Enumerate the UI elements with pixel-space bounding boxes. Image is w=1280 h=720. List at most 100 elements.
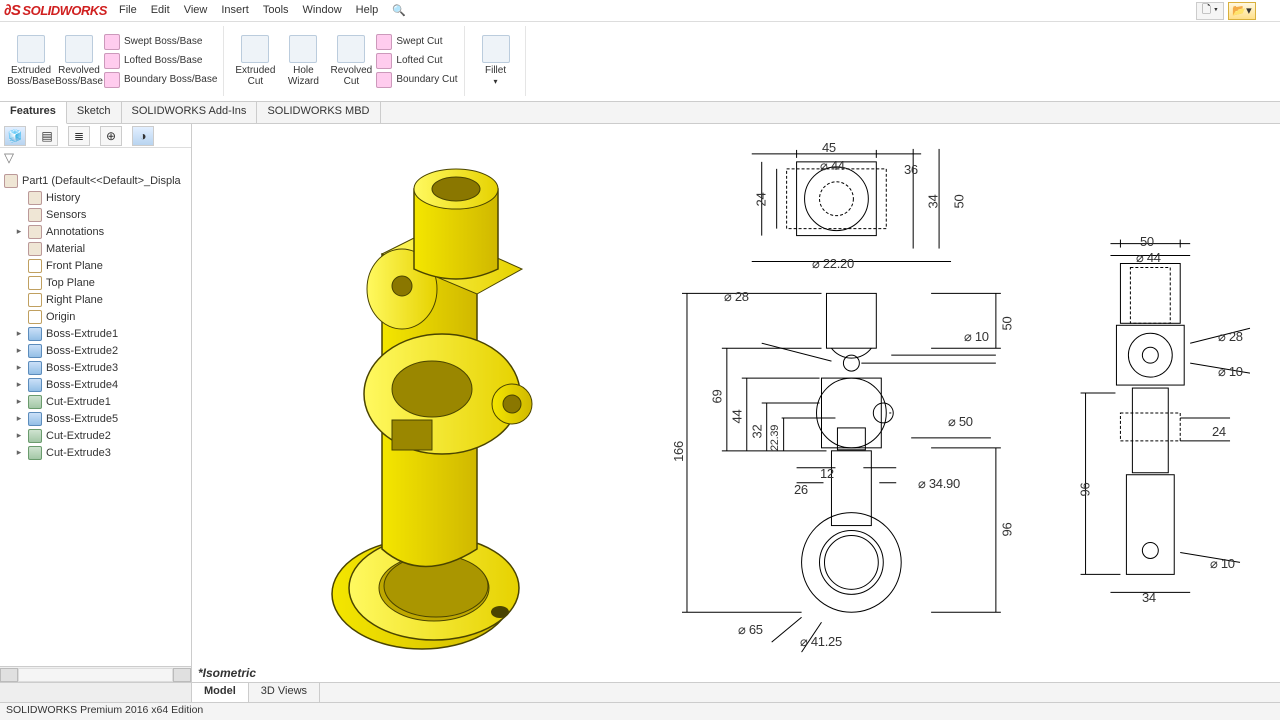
bottom-tab-model[interactable]: Model [192, 683, 249, 702]
menu-window[interactable]: Window [303, 4, 342, 17]
ribbon: Extruded Boss/Base Revolved Boss/Base Sw… [0, 22, 1280, 102]
tab-mbd[interactable]: SOLIDWORKS MBD [257, 102, 380, 123]
dim-front-26: 26 [794, 482, 808, 497]
dim-front-d3490: ⌀ 34.90 [918, 476, 960, 492]
tree-item-icon [28, 378, 42, 392]
feature-tree[interactable]: Part1 (Default<<Default>_Displa HistoryS… [0, 168, 191, 666]
revolved-boss-button[interactable]: Revolved Boss/Base [56, 35, 102, 87]
tree-item[interactable]: Front Plane [14, 257, 187, 274]
tree-item[interactable]: ▸Cut-Extrude1 [14, 393, 187, 410]
filter-icon[interactable]: ▽ [4, 150, 14, 165]
tab-features[interactable]: Features [0, 102, 67, 124]
dim-top-24: 24 [753, 193, 768, 207]
tree-item-icon [28, 310, 42, 324]
tree-item-icon [28, 446, 42, 460]
ribbon-group-fillet: Fillet▾ [467, 26, 526, 96]
boundary-boss-button[interactable]: Boundary Boss/Base [104, 72, 217, 88]
tree-item[interactable]: History [14, 189, 187, 206]
tree-feature-manager-icon[interactable]: 🧊 [4, 126, 26, 146]
tree-dim-icon[interactable]: ⊕ [100, 126, 122, 146]
tree-hscroll[interactable] [0, 666, 191, 682]
tree-item-icon [28, 327, 42, 341]
status-bar: SOLIDWORKS Premium 2016 x64 Edition [0, 702, 1280, 720]
tree-item-icon [28, 293, 42, 307]
tree-item[interactable]: Sensors [14, 206, 187, 223]
bottom-tab-3dviews[interactable]: 3D Views [249, 683, 320, 702]
dim-front-44: 44 [729, 410, 744, 424]
viewport[interactable]: *Isometric [192, 124, 1280, 682]
dim-front-50: 50 [999, 317, 1014, 331]
tree-item[interactable]: ▸Cut-Extrude3 [14, 444, 187, 461]
ribbon-group-boss: Extruded Boss/Base Revolved Boss/Base Sw… [2, 26, 224, 96]
tree-item[interactable]: ▸Boss-Extrude1 [14, 325, 187, 342]
swept-boss-button[interactable]: Swept Boss/Base [104, 34, 217, 50]
tree-item[interactable]: Right Plane [14, 291, 187, 308]
boundary-cut-button[interactable]: Boundary Cut [376, 72, 457, 88]
dim-top-d22: ⌀ 22.20 [812, 256, 854, 272]
menu-search-icon[interactable]: 🔍 [392, 4, 406, 17]
menu-help[interactable]: Help [356, 4, 379, 17]
tree-item-icon [28, 412, 42, 426]
scroll-right-icon[interactable] [173, 668, 191, 682]
dim-side-50: 50 [1140, 234, 1154, 249]
menu-bar: File Edit View Insert Tools Window Help … [119, 4, 406, 17]
dim-top-45: 45 [822, 140, 836, 155]
ribbon-tabs: Features Sketch SOLIDWORKS Add-Ins SOLID… [0, 102, 1280, 124]
tree-item[interactable]: ▸Boss-Extrude3 [14, 359, 187, 376]
tree-item-icon [28, 191, 42, 205]
ribbon-group-cut: Extruded Cut Hole Wizard Revolved Cut Sw… [226, 26, 464, 96]
tree-item[interactable]: Origin [14, 308, 187, 325]
tree-item[interactable]: ▸Cut-Extrude2 [14, 427, 187, 444]
tree-appearance-icon[interactable]: ◑ [132, 126, 154, 146]
tree-item[interactable]: ▸Boss-Extrude5 [14, 410, 187, 427]
menu-insert[interactable]: Insert [221, 4, 249, 17]
tab-addins[interactable]: SOLIDWORKS Add-Ins [122, 102, 258, 123]
menu-view[interactable]: View [184, 4, 208, 17]
dim-front-2239: 22.39 [769, 425, 781, 451]
tree-property-manager-icon[interactable]: ▤ [36, 126, 58, 146]
open-file-button[interactable]: 📂▾ [1228, 2, 1256, 20]
dim-front-d50: ⌀ 50 [948, 414, 973, 430]
tree-item[interactable]: Top Plane [14, 274, 187, 291]
feature-tree-panel: 🧊 ▤ ≣ ⊕ ◑ ▽ Part1 (Default<<Default>_Dis… [0, 124, 192, 682]
dim-top-36: 36 [904, 162, 918, 177]
tree-item[interactable]: ▸Boss-Extrude2 [14, 342, 187, 359]
tree-item-icon [28, 395, 42, 409]
new-file-button[interactable]: 🗋 ▾ [1196, 2, 1224, 20]
tab-sketch[interactable]: Sketch [67, 102, 122, 123]
tree-configuration-icon[interactable]: ≣ [68, 126, 90, 146]
app-logo: ∂SSOLIDWORKS [4, 2, 107, 19]
tree-item[interactable]: ▸Boss-Extrude4 [14, 376, 187, 393]
extruded-cut-button[interactable]: Extruded Cut [232, 35, 278, 87]
title-bar: ∂SSOLIDWORKS File Edit View Insert Tools… [0, 0, 1280, 22]
dim-front-12: 12 [820, 466, 834, 481]
drawing-views: 45 ⌀ 44 36 24 34 50 ⌀ 22.20 ⌀ 28 ⌀ 10 50… [642, 124, 1280, 682]
tree-item[interactable]: Material [14, 240, 187, 257]
extruded-boss-button[interactable]: Extruded Boss/Base [8, 35, 54, 87]
dim-side-24: 24 [1212, 424, 1226, 439]
tree-item-icon [28, 208, 42, 222]
part-icon [4, 174, 18, 188]
tree-item-icon [28, 429, 42, 443]
tree-root[interactable]: Part1 (Default<<Default>_Displa [4, 172, 187, 189]
lofted-boss-button[interactable]: Lofted Boss/Base [104, 53, 217, 69]
swept-cut-button[interactable]: Swept Cut [376, 34, 457, 50]
menu-file[interactable]: File [119, 4, 137, 17]
lofted-cut-button[interactable]: Lofted Cut [376, 53, 457, 69]
dim-side-d10b: ⌀ 10 [1210, 556, 1235, 572]
menu-tools[interactable]: Tools [263, 4, 289, 17]
menu-edit[interactable]: Edit [151, 4, 170, 17]
scroll-left-icon[interactable] [0, 668, 18, 682]
revolved-cut-button[interactable]: Revolved Cut [328, 35, 374, 87]
tree-item[interactable]: ▸Annotations [14, 223, 187, 240]
dim-side-d28: ⌀ 28 [1218, 329, 1243, 345]
tree-item-icon [28, 361, 42, 375]
fillet-button[interactable]: Fillet▾ [473, 35, 519, 87]
hole-wizard-button[interactable]: Hole Wizard [280, 35, 326, 87]
dim-front-d65: ⌀ 65 [738, 622, 763, 638]
tree-item-icon [28, 242, 42, 256]
bottom-tab-spacer [0, 683, 192, 702]
dim-top-34: 34 [925, 195, 940, 209]
dim-top-d44: ⌀ 44 [820, 158, 845, 174]
tree-item-icon [28, 225, 42, 239]
